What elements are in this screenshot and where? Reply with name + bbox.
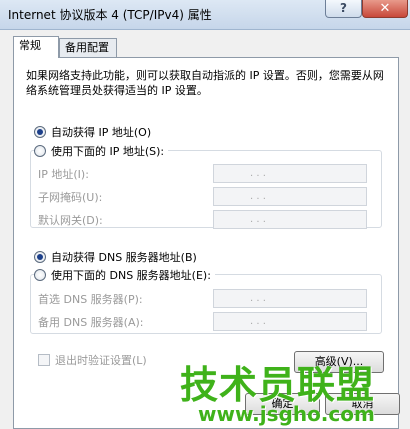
alternate-dns-label: 备用 DNS 服务器(A): bbox=[38, 316, 144, 329]
radio-auto-ip[interactable]: 自动获得 IP 地址(O) bbox=[34, 124, 151, 140]
radio-auto-dns-label: 自动获得 DNS 服务器地址(B) bbox=[51, 251, 197, 264]
preferred-dns-label: 首选 DNS 服务器(P): bbox=[38, 293, 143, 306]
dialog-window: Internet 协议版本 4 (TCP/IPv4) 属性 ? ✕ 常规 备用配… bbox=[0, 0, 410, 429]
description-text: 如果网络支持此功能，则可以获取自动指派的 IP 设置。否则，您需要从网络系统管理… bbox=[26, 69, 384, 97]
alternate-dns-input[interactable]: . . . bbox=[213, 312, 367, 331]
radio-manual-ip[interactable]: 使用下面的 IP 地址(S): bbox=[34, 143, 169, 159]
tab-panel-general: 如果网络支持此功能，则可以获取自动指派的 IP 设置。否则，您需要从网络系统管理… bbox=[13, 57, 399, 429]
subnet-dots: . . . bbox=[250, 191, 266, 202]
radio-manual-dns-label: 使用下面的 DNS 服务器地址(E): bbox=[51, 269, 211, 282]
radio-auto-dns[interactable]: 自动获得 DNS 服务器地址(B) bbox=[34, 249, 197, 265]
subnet-mask-label: 子网掩码(U): bbox=[38, 191, 103, 204]
subnet-mask-input[interactable]: . . . bbox=[213, 187, 367, 206]
cancel-button[interactable]: 取消 bbox=[325, 393, 400, 415]
advanced-button[interactable]: 高级(V)... bbox=[294, 351, 384, 373]
default-gateway-input[interactable]: . . . bbox=[213, 210, 367, 229]
ip-address-label: IP 地址(I): bbox=[38, 168, 89, 181]
validate-on-exit-checkbox[interactable]: 退出时验证设置(L) bbox=[38, 352, 147, 368]
gateway-dots: . . . bbox=[250, 214, 266, 225]
close-button[interactable]: ✕ bbox=[362, 0, 408, 18]
ip-address-input[interactable]: . . . bbox=[213, 164, 367, 183]
ok-button[interactable]: 确定 bbox=[245, 393, 320, 415]
radio-button-checked[interactable] bbox=[34, 126, 46, 138]
help-button[interactable]: ? bbox=[325, 0, 362, 18]
radio-manual-ip-label: 使用下面的 IP 地址(S): bbox=[51, 145, 165, 158]
preferred-dns-dots: . . . bbox=[250, 293, 266, 304]
ip-dots: . . . bbox=[250, 168, 266, 179]
default-gateway-label: 默认网关(D): bbox=[38, 214, 103, 227]
preferred-dns-input[interactable]: . . . bbox=[213, 289, 367, 308]
radio-button-unchecked[interactable] bbox=[34, 145, 46, 157]
tab-general[interactable]: 常规 bbox=[13, 36, 59, 58]
window-title: Internet 协议版本 4 (TCP/IPv4) 属性 bbox=[8, 8, 212, 22]
radio-manual-dns[interactable]: 使用下面的 DNS 服务器地址(E): bbox=[34, 267, 215, 283]
validate-on-exit-label: 退出时验证设置(L) bbox=[55, 354, 147, 367]
tab-alternate-config[interactable]: 备用配置 bbox=[59, 38, 117, 58]
radio-button-checked[interactable] bbox=[34, 251, 46, 263]
checkbox-box[interactable] bbox=[38, 354, 50, 366]
close-icon: ✕ bbox=[379, 1, 391, 16]
alternate-dns-dots: . . . bbox=[250, 316, 266, 327]
radio-button-unchecked[interactable] bbox=[34, 269, 46, 281]
title-bar[interactable]: Internet 协议版本 4 (TCP/IPv4) 属性 ? ✕ bbox=[0, 0, 410, 30]
radio-auto-ip-label: 自动获得 IP 地址(O) bbox=[51, 126, 152, 139]
